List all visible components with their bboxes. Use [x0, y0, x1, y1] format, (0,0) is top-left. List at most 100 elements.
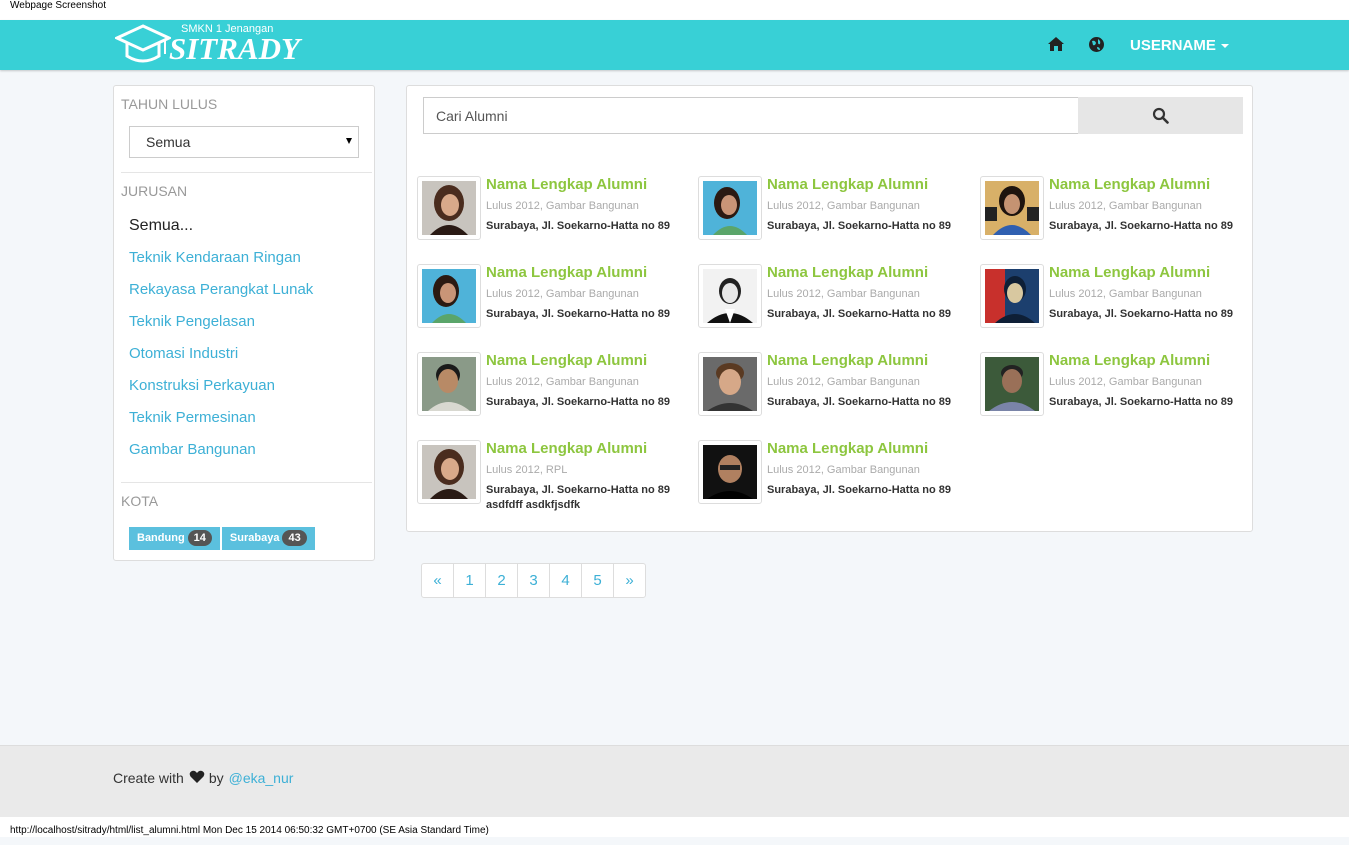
- pagination-prev[interactable]: «: [421, 563, 454, 598]
- alumni-meta: Lulus 2012, Gambar Bangunan: [486, 288, 639, 300]
- caret-down-icon: [1220, 44, 1229, 49]
- alumni-name[interactable]: Nama Lengkap Alumni: [767, 352, 928, 369]
- alumni-photo: [417, 352, 481, 416]
- screenshot-caption-top: Webpage Screenshot: [0, 0, 1349, 20]
- kota-button-bandung[interactable]: Bandung 14: [129, 527, 220, 550]
- jurusan-item[interactable]: Otomasi Industri: [129, 338, 313, 370]
- alumni-meta: Lulus 2012, Gambar Bangunan: [1049, 200, 1202, 212]
- alumni-card[interactable]: Nama Lengkap Alumni Lulus 2012, Gambar B…: [417, 176, 687, 256]
- pagination-page[interactable]: 2: [485, 563, 518, 598]
- kota-filter-group: Bandung 14 Surabaya 43: [129, 527, 317, 550]
- alumni-photo: [417, 264, 481, 328]
- alumni-name[interactable]: Nama Lengkap Alumni: [1049, 176, 1210, 193]
- graduation-cap-icon: [115, 24, 171, 63]
- home-icon[interactable]: [1047, 36, 1065, 52]
- alumni-meta: Lulus 2012, Gambar Bangunan: [1049, 376, 1202, 388]
- alumni-card[interactable]: Nama Lengkap Alumni Lulus 2012, Gambar B…: [698, 352, 968, 432]
- user-menu[interactable]: USERNAME: [1130, 37, 1229, 54]
- screenshot-caption-bottom: http://localhost/sitrady/html/list_alumn…: [0, 817, 1349, 837]
- footer-credit: Create with by @eka_nur: [113, 770, 293, 786]
- alumni-name[interactable]: Nama Lengkap Alumni: [486, 440, 647, 457]
- alumni-photo: [698, 176, 762, 240]
- alumni-name[interactable]: Nama Lengkap Alumni: [1049, 264, 1210, 281]
- alumni-card[interactable]: Nama Lengkap Alumni Lulus 2012, Gambar B…: [698, 440, 968, 520]
- select-arrow-icon: [346, 138, 352, 144]
- pagination: « 1 2 3 4 5 »: [421, 563, 646, 598]
- search-input[interactable]: [423, 97, 1079, 134]
- jurusan-item[interactable]: Rekayasa Perangkat Lunak: [129, 274, 313, 306]
- tahun-lulus-select[interactable]: Semua: [129, 126, 359, 158]
- alumni-meta: Lulus 2012, Gambar Bangunan: [767, 376, 920, 388]
- kota-button-surabaya[interactable]: Surabaya 43: [221, 527, 315, 550]
- jurusan-item[interactable]: Teknik Pengelasan: [129, 306, 313, 338]
- alumni-photo: [698, 264, 762, 328]
- alumni-photo: [417, 440, 481, 504]
- pagination-page[interactable]: 1: [453, 563, 486, 598]
- alumni-address: Surabaya, Jl. Soekarno-Hatta no 89: [486, 396, 671, 408]
- alumni-photo: [980, 352, 1044, 416]
- footer-by-text: by: [208, 770, 224, 786]
- search-icon: [1152, 107, 1169, 124]
- alumni-photo: [417, 176, 481, 240]
- jurusan-heading: JURUSAN: [121, 183, 188, 199]
- alumni-card[interactable]: Nama Lengkap Alumni Lulus 2012, Gambar B…: [980, 264, 1250, 344]
- search-button[interactable]: [1078, 97, 1243, 134]
- alumni-card[interactable]: Nama Lengkap Alumni Lulus 2012, Gambar B…: [417, 264, 687, 344]
- divider: [121, 172, 372, 173]
- alumni-card[interactable]: Nama Lengkap Alumni Lulus 2012, Gambar B…: [980, 176, 1250, 256]
- jurusan-item-semua[interactable]: Semua...: [129, 210, 313, 242]
- alumni-name[interactable]: Nama Lengkap Alumni: [767, 176, 928, 193]
- alumni-meta: Lulus 2012, Gambar Bangunan: [1049, 288, 1202, 300]
- alumni-address: Surabaya, Jl. Soekarno-Hatta no 89: [1049, 220, 1234, 232]
- alumni-name[interactable]: Nama Lengkap Alumni: [486, 352, 647, 369]
- kota-name: Bandung: [137, 532, 185, 544]
- pagination-next[interactable]: »: [613, 563, 646, 598]
- kota-name: Surabaya: [229, 532, 280, 544]
- jurusan-item[interactable]: Teknik Permesinan: [129, 402, 313, 434]
- alumni-name[interactable]: Nama Lengkap Alumni: [486, 264, 647, 281]
- alumni-meta: Lulus 2012, Gambar Bangunan: [767, 464, 920, 476]
- alumni-address: Surabaya, Jl. Soekarno-Hatta no 89: [1049, 308, 1234, 320]
- alumni-panel: Nama Lengkap Alumni Lulus 2012, Gambar B…: [406, 85, 1253, 532]
- alumni-meta: Lulus 2012, Gambar Bangunan: [486, 376, 639, 388]
- alumni-photo: [980, 264, 1044, 328]
- alumni-photo: [698, 352, 762, 416]
- jurusan-item[interactable]: Gambar Bangunan: [129, 434, 313, 466]
- alumni-address: Surabaya, Jl. Soekarno-Hatta no 89: [767, 396, 952, 408]
- alumni-meta: Lulus 2012, RPL: [486, 464, 568, 476]
- alumni-name[interactable]: Nama Lengkap Alumni: [767, 440, 928, 457]
- alumni-address: Surabaya, Jl. Soekarno-Hatta no 89 asdfd…: [486, 484, 671, 511]
- heart-icon: [189, 770, 205, 783]
- footer: Create with by @eka_nur: [0, 745, 1349, 817]
- alumni-name[interactable]: Nama Lengkap Alumni: [486, 176, 647, 193]
- footer-create-text: Create with: [113, 770, 184, 786]
- alumni-card[interactable]: Nama Lengkap Alumni Lulus 2012, Gambar B…: [698, 264, 968, 344]
- alumni-address: Surabaya, Jl. Soekarno-Hatta no 89: [767, 220, 952, 232]
- filter-sidebar: TAHUN LULUS Semua JURUSAN Semua... Tekni…: [113, 85, 375, 561]
- brand-logo[interactable]: SMKN 1 Jenangan SITRADY: [115, 20, 300, 70]
- pagination-page[interactable]: 3: [517, 563, 550, 598]
- alumni-meta: Lulus 2012, Gambar Bangunan: [486, 200, 639, 212]
- tahun-lulus-selected: Semua: [146, 134, 191, 150]
- username-label: USERNAME: [1130, 37, 1216, 54]
- jurusan-item[interactable]: Teknik Kendaraan Ringan: [129, 242, 313, 274]
- pagination-page[interactable]: 4: [549, 563, 582, 598]
- alumni-card[interactable]: Nama Lengkap Alumni Lulus 2012, RPL Sura…: [417, 440, 687, 520]
- author-link[interactable]: @eka_nur: [229, 770, 294, 786]
- jurusan-item[interactable]: Konstruksi Perkayuan: [129, 370, 313, 402]
- kota-heading: KOTA: [121, 493, 159, 509]
- alumni-meta: Lulus 2012, Gambar Bangunan: [767, 200, 920, 212]
- alumni-name[interactable]: Nama Lengkap Alumni: [1049, 352, 1210, 369]
- alumni-card[interactable]: Nama Lengkap Alumni Lulus 2012, Gambar B…: [698, 176, 968, 256]
- divider: [121, 482, 372, 483]
- alumni-name[interactable]: Nama Lengkap Alumni: [767, 264, 928, 281]
- alumni-card[interactable]: Nama Lengkap Alumni Lulus 2012, Gambar B…: [980, 352, 1250, 432]
- pagination-page[interactable]: 5: [581, 563, 614, 598]
- alumni-photo: [980, 176, 1044, 240]
- alumni-address: Surabaya, Jl. Soekarno-Hatta no 89: [767, 484, 952, 496]
- alumni-address: Surabaya, Jl. Soekarno-Hatta no 89: [1049, 396, 1234, 408]
- kota-count-badge: 43: [282, 530, 307, 546]
- alumni-card[interactable]: Nama Lengkap Alumni Lulus 2012, Gambar B…: [417, 352, 687, 432]
- globe-icon[interactable]: [1088, 36, 1105, 53]
- jurusan-list: Semua... Teknik Kendaraan Ringan Rekayas…: [129, 210, 313, 466]
